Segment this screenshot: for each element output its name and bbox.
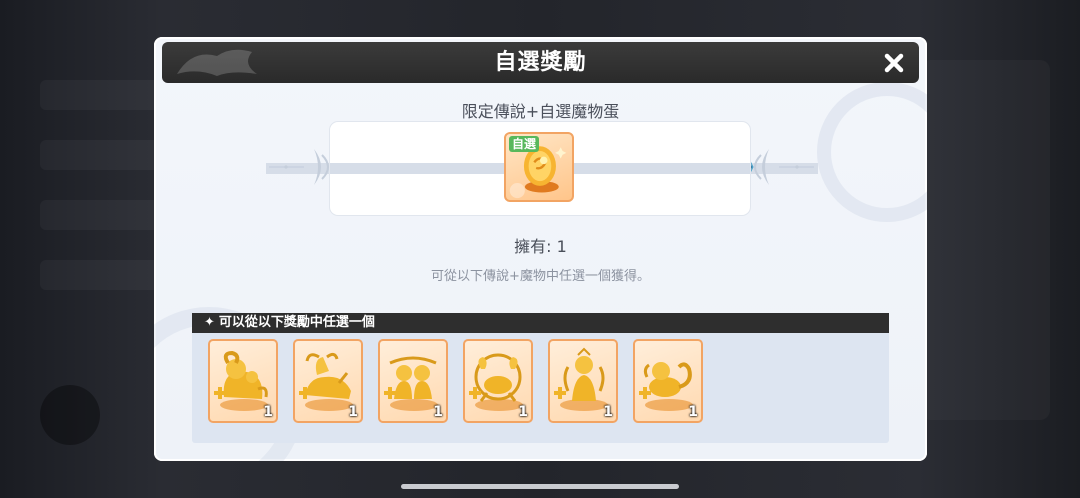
dialog-header: 自選獎勵 [162,42,919,83]
close-icon[interactable] [877,46,911,80]
background-menu-item [40,80,160,110]
dialog-title: 自選獎勵 [494,50,587,75]
custom-select-tag: 自選 [509,136,540,152]
reward-item-golden-bull[interactable]: 1 [293,339,363,423]
reward-item-golden-twins[interactable]: 1 [378,339,448,423]
home-indicator[interactable] [401,484,679,489]
background-panel [920,60,1050,420]
reward-item-golden-maiden[interactable]: 1 [548,339,618,423]
background-menu-item [40,140,160,170]
egg-title: 限定傳說+自選魔物蛋 [461,102,620,121]
reward-item-golden-ram[interactable]: 1 [208,339,278,423]
background-button [40,385,100,445]
plus-icon [299,387,311,399]
plus-icon [469,387,481,399]
reward-count: 1 [433,404,443,420]
selection-hint: 可從以下傳說+魔物中任選一個獲得。 [431,269,650,284]
plus-icon [384,387,396,399]
reward-count: 1 [688,404,698,420]
reward-options-section: ✦ 可以從以下獎勵中任選一個 1 1 1 1 1 1 [192,313,889,443]
owned-count: 擁有: 1 [514,237,567,256]
background-menu-item [40,200,160,230]
reward-count: 1 [263,404,273,420]
selectable-egg-item[interactable]: 自選 [504,132,574,202]
reward-item-golden-scorpion[interactable]: 1 [633,339,703,423]
reward-item-golden-crab[interactable]: 1 [463,339,533,423]
plus-icon [639,387,651,399]
reward-header-label: 可以從以下獎勵中任選一個 [218,315,375,330]
background-menu-item [40,260,160,290]
plus-icon [554,387,566,399]
sparkle-icon: ✦ [204,315,215,330]
reward-selection-dialog: 自選獎勵 限定傳說+自選魔物蛋 自選 擁有: 1 可從以下傳說+魔物中任選一個獲… [154,37,927,461]
reward-list: 1 1 1 1 1 1 [208,339,703,423]
reward-section-header: ✦ 可以從以下獎勵中任選一個 [192,313,889,333]
plus-icon [214,387,226,399]
reward-count: 1 [603,404,613,420]
reward-count: 1 [348,404,358,420]
reward-count: 1 [518,404,528,420]
